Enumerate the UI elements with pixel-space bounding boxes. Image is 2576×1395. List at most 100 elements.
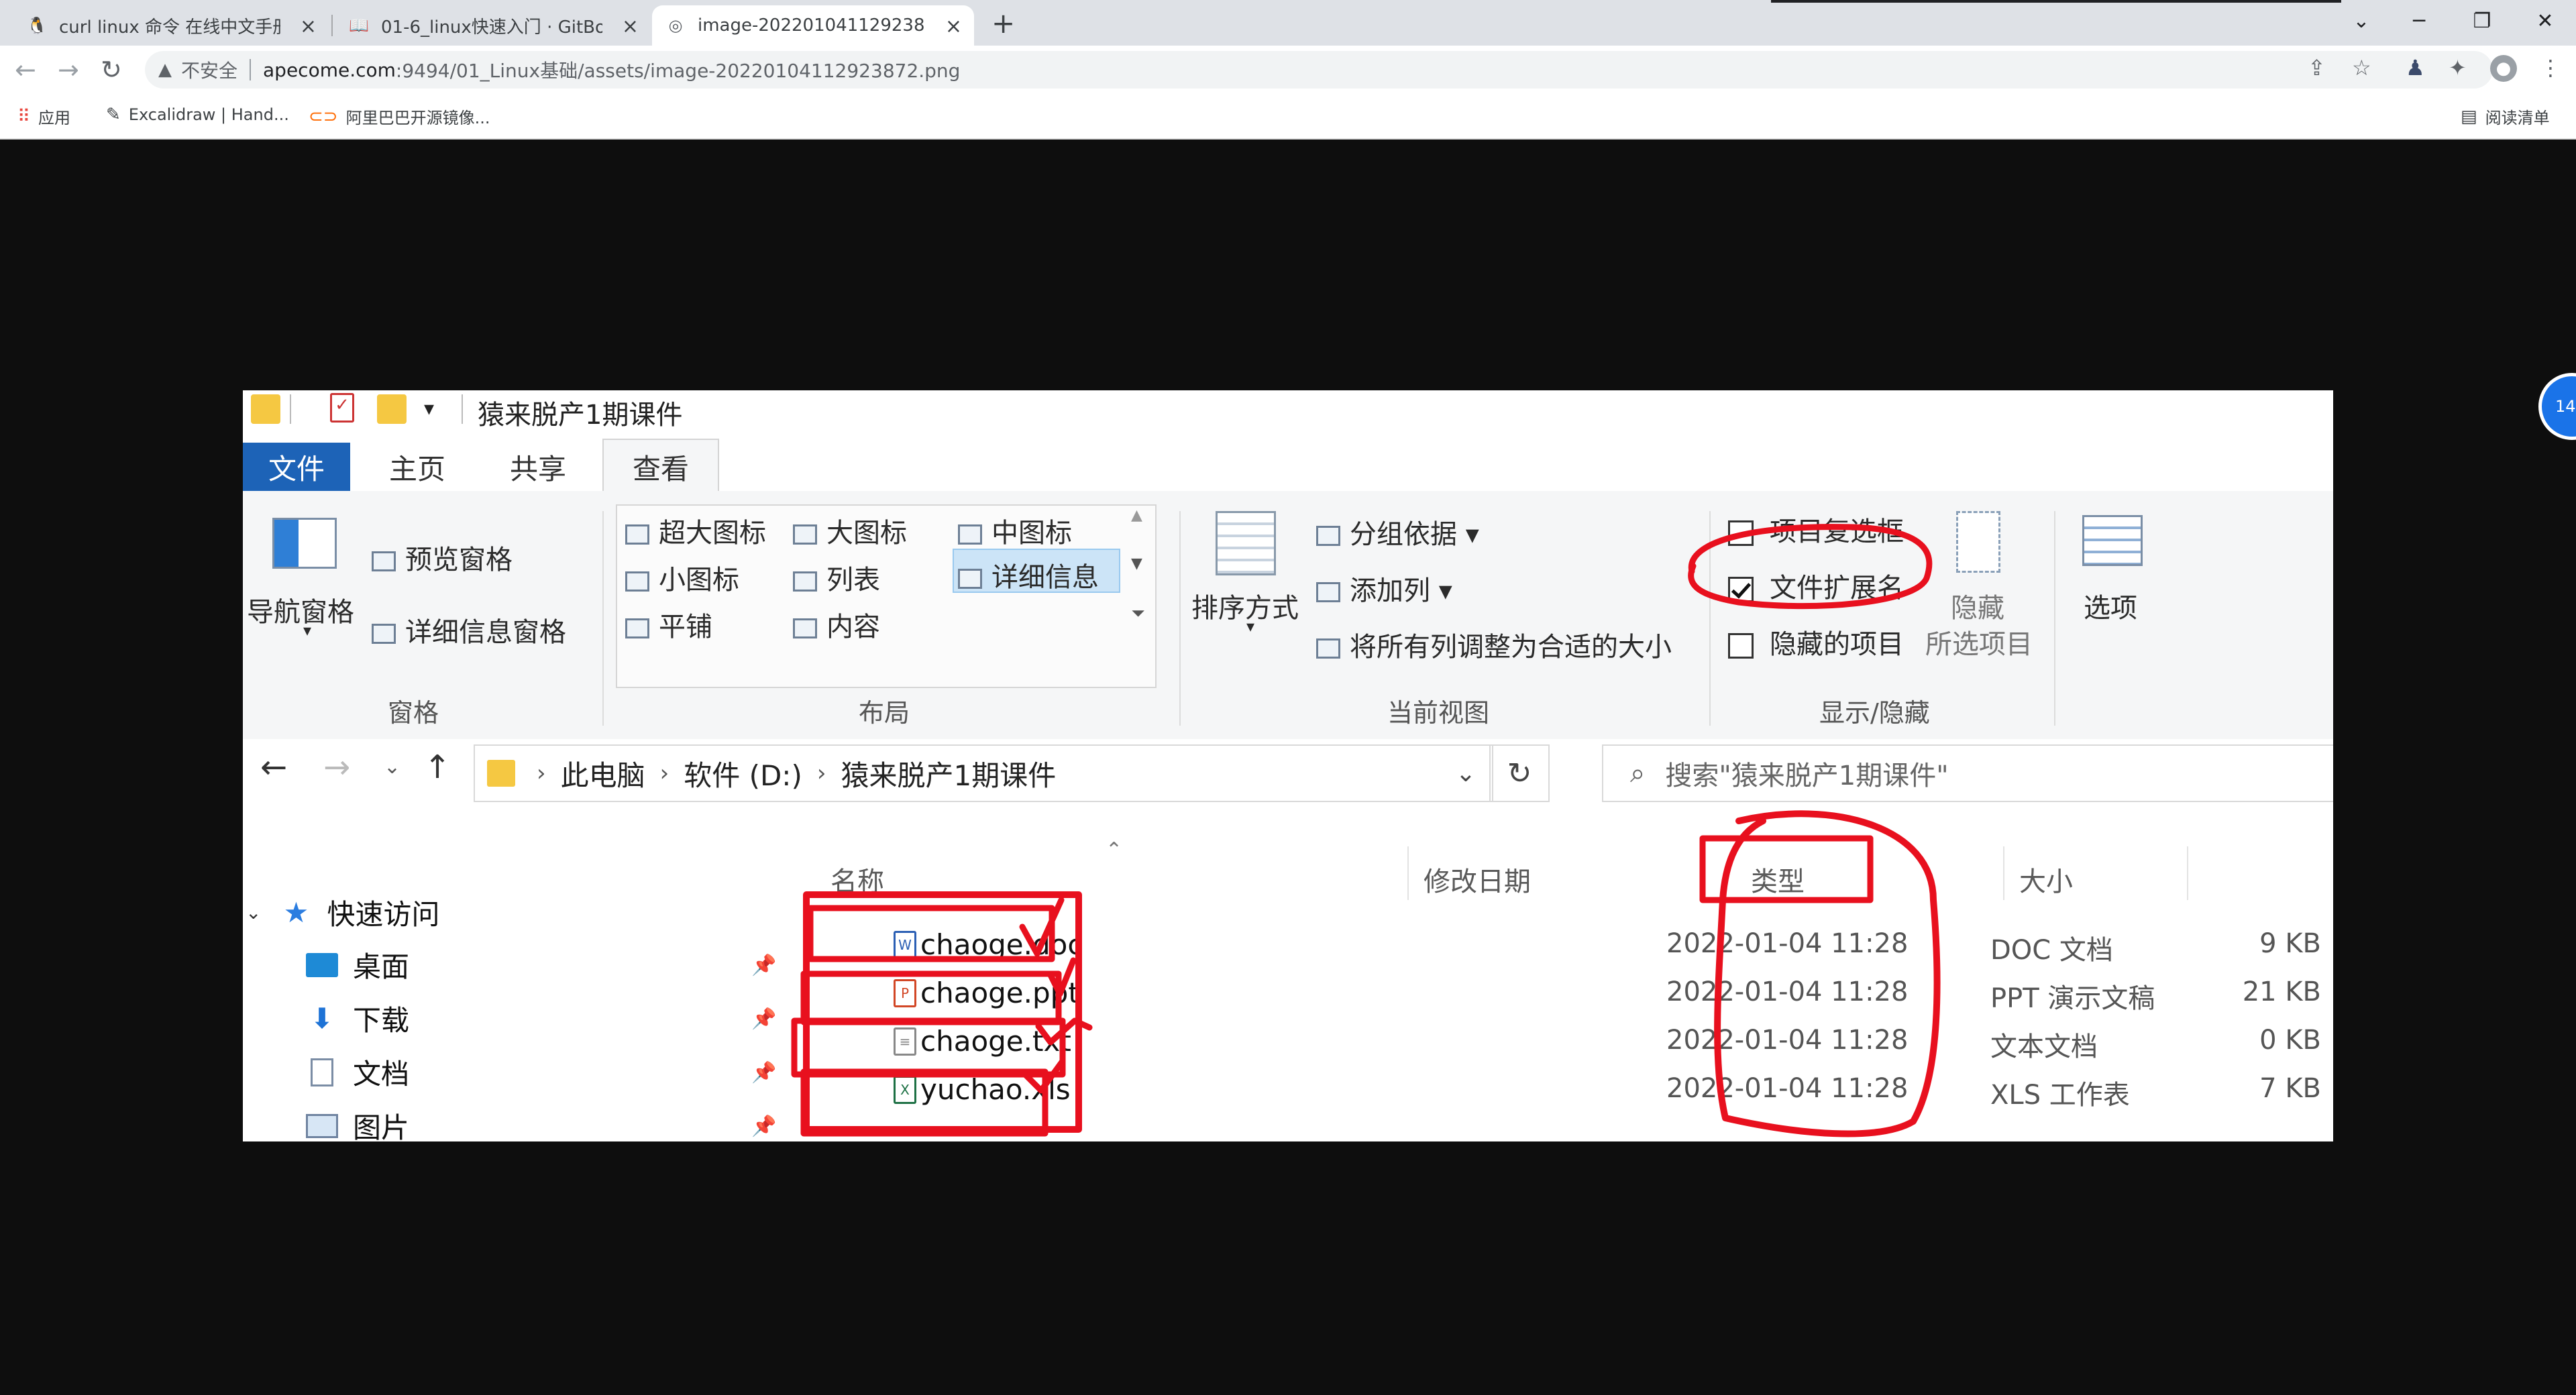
file-name: chaoge.txt — [920, 1025, 1071, 1058]
new-tab-button[interactable]: + — [991, 7, 1015, 40]
chevron-down-icon: ▾ — [303, 621, 312, 640]
layout-content: 内容 — [793, 605, 880, 644]
layout-extra-large-icons: 超大图标 — [625, 511, 766, 550]
minimize-button[interactable]: ─ — [2387, 0, 2451, 42]
close-window-button[interactable]: ✕ — [2513, 0, 2576, 42]
restore-button[interactable]: ❐ — [2450, 0, 2514, 42]
column-header-modified: 修改日期 — [1424, 867, 1531, 897]
menu-kebab-icon[interactable]: ⋮ — [2540, 55, 2561, 80]
pin-icon: 📌 — [751, 1061, 777, 1084]
tab-title: image-20220104112923872.png — [698, 15, 926, 36]
file-name: chaoge.ppt — [920, 976, 1079, 1009]
pictures-icon — [305, 1112, 339, 1140]
aliyun-icon: ⊂⊃ — [309, 106, 338, 127]
file-extensions-option: 文件扩展名 — [1728, 566, 1904, 605]
hide-selected-line1: 隐藏 — [1951, 593, 2004, 624]
reload-button[interactable]: ↻ — [101, 55, 122, 85]
tab-curl-manual[interactable]: 🐧 curl linux 命令 在线中文手册 × — [13, 5, 329, 46]
window-title: 猿来脱产1期课件 — [478, 400, 683, 431]
close-icon[interactable]: × — [945, 15, 962, 38]
profile-avatar-icon[interactable]: ● — [2490, 55, 2517, 82]
options-icon — [2082, 515, 2143, 566]
chevron-right-icon: › — [816, 760, 826, 787]
explorer-search-box: ⌕ 搜索"猿来脱产1期课件" — [1602, 744, 2333, 802]
back-button[interactable]: ← — [15, 55, 36, 85]
text-file-icon: ≡ — [894, 1027, 916, 1056]
medium-icons-icon — [958, 524, 982, 545]
forward-button[interactable]: → — [58, 55, 79, 85]
bookmark-aliyun[interactable]: ⊂⊃ 阿里巴巴开源镜像... — [309, 105, 490, 128]
bookmark-apps[interactable]: ⠿ 应用 — [17, 105, 70, 128]
tab-divider — [331, 15, 333, 36]
explorer-title-bar: ✓ ▾ 猿来脱产1期课件 — [243, 390, 2333, 431]
layout-label: 平铺 — [659, 612, 712, 643]
tiles-icon — [625, 618, 649, 638]
fit-columns-button: 将所有列调整为合适的大小 — [1316, 625, 1672, 664]
file-size: 0 KB — [2259, 1025, 2321, 1056]
file-row: X yuchao.xls 2022-01-04 11:28 XLS 工作表 7 … — [820, 1068, 2333, 1115]
url-host: apecome.com — [263, 58, 396, 81]
address-bar[interactable]: ▲ 不安全 apecome.com :9494/01_Linux基础/asset… — [145, 51, 2493, 89]
book-icon: 📖 — [349, 16, 369, 35]
tab-image-png[interactable]: ◎ image-20220104112923872.png × — [652, 5, 974, 46]
file-type: DOC 文档 — [1990, 935, 2113, 966]
new-folder-icon — [377, 394, 407, 424]
excel-icon: X — [894, 1076, 916, 1104]
tab-strip: 🐧 curl linux 命令 在线中文手册 × 📖 01-6_linux快速入… — [0, 0, 2576, 46]
file-name: yuchao.xls — [920, 1073, 1071, 1106]
preview-pane-label: 预览窗格 — [405, 545, 513, 575]
group-by-button: 分组依据 ▾ — [1316, 512, 1479, 551]
extra-large-icons-icon — [625, 524, 649, 545]
pin-icon: 📌 — [751, 1115, 777, 1138]
explorer-breadcrumb: › 此电脑 › 软件 (D:) › 猿来脱产1期课件 ⌄ — [474, 744, 1493, 802]
star-bookmark-icon[interactable]: ☆ — [2352, 55, 2371, 80]
sort-by-label: 排序方式 — [1191, 593, 1299, 624]
nav-desktop: 桌面 — [305, 944, 409, 985]
file-size: 21 KB — [2242, 976, 2321, 1007]
close-icon[interactable]: × — [300, 15, 317, 38]
close-icon[interactable]: × — [622, 15, 639, 38]
extension-icon[interactable]: ♟ — [2406, 55, 2425, 80]
extensions-puzzle-icon[interactable]: ✦ — [2449, 55, 2467, 80]
scroll-up-icon: ▲ — [1131, 507, 1142, 524]
back-arrow-icon: ← — [260, 748, 288, 786]
group-by-icon — [1316, 526, 1340, 546]
side-floating-bubble[interactable]: 14 — [2538, 373, 2576, 440]
pin-icon: 📌 — [751, 1007, 777, 1031]
details-pane-button: 详细信息窗格 — [372, 610, 566, 649]
folder-icon — [251, 394, 280, 424]
file-modified: 2022-01-04 11:28 — [1666, 1073, 1909, 1104]
warning-triangle-icon: ▲ — [158, 60, 172, 80]
document-icon — [305, 1058, 339, 1086]
small-icons-icon — [625, 571, 649, 592]
list-icon — [793, 571, 817, 592]
bookmark-excalidraw[interactable]: ✎ Excalidraw | Hand... — [106, 105, 289, 125]
explorer-screenshot-image: ✓ ▾ 猿来脱产1期课件 文件 主页 共享 查看 导航窗格 ▾ 预览窗格 详细信… — [243, 390, 2333, 1141]
nav-label: 文档 — [353, 1058, 410, 1091]
browser-toolbar: ← → ↻ ▲ 不安全 apecome.com :9494/01_Linux基础… — [0, 46, 2576, 94]
share-icon[interactable]: ⇪ — [2308, 55, 2326, 80]
option-label: 隐藏的项目 — [1770, 629, 1904, 660]
file-type: PPT 演示文稿 — [1990, 983, 2155, 1014]
preview-pane-icon — [372, 551, 396, 571]
reading-list[interactable]: ▤ 阅读清单 — [2461, 105, 2550, 128]
forward-arrow-icon: → — [323, 748, 351, 786]
excalidraw-icon: ✎ — [106, 105, 121, 125]
add-column-button: 添加列 ▾ — [1316, 569, 1452, 608]
nav-pane-label: 导航窗格 — [247, 597, 354, 628]
tab-file: 文件 — [243, 443, 350, 491]
option-label: 文件扩展名 — [1770, 573, 1904, 604]
column-divider — [1700, 846, 1701, 900]
star-icon: ★ — [283, 896, 309, 929]
tab-search-chevron-icon[interactable]: ⌄ — [2329, 0, 2394, 42]
nav-quick-access: ⌄ ★ 快速访问 — [246, 892, 439, 933]
item-checkboxes-option: 项目复选框 — [1728, 510, 1904, 549]
sort-ascending-icon: ⌃ — [1106, 838, 1123, 862]
reading-list-icon: ▤ — [2461, 106, 2477, 127]
chevron-down-icon: ⌄ — [246, 901, 262, 924]
scroll-down-icon: ▼ — [1131, 555, 1142, 572]
chevron-right-icon: › — [537, 760, 546, 787]
nav-label: 下载 — [353, 1004, 410, 1037]
tab-gitbook[interactable]: 📖 01-6_linux快速入门 · GitBook × — [335, 5, 651, 46]
layout-list: 列表 — [793, 558, 880, 597]
